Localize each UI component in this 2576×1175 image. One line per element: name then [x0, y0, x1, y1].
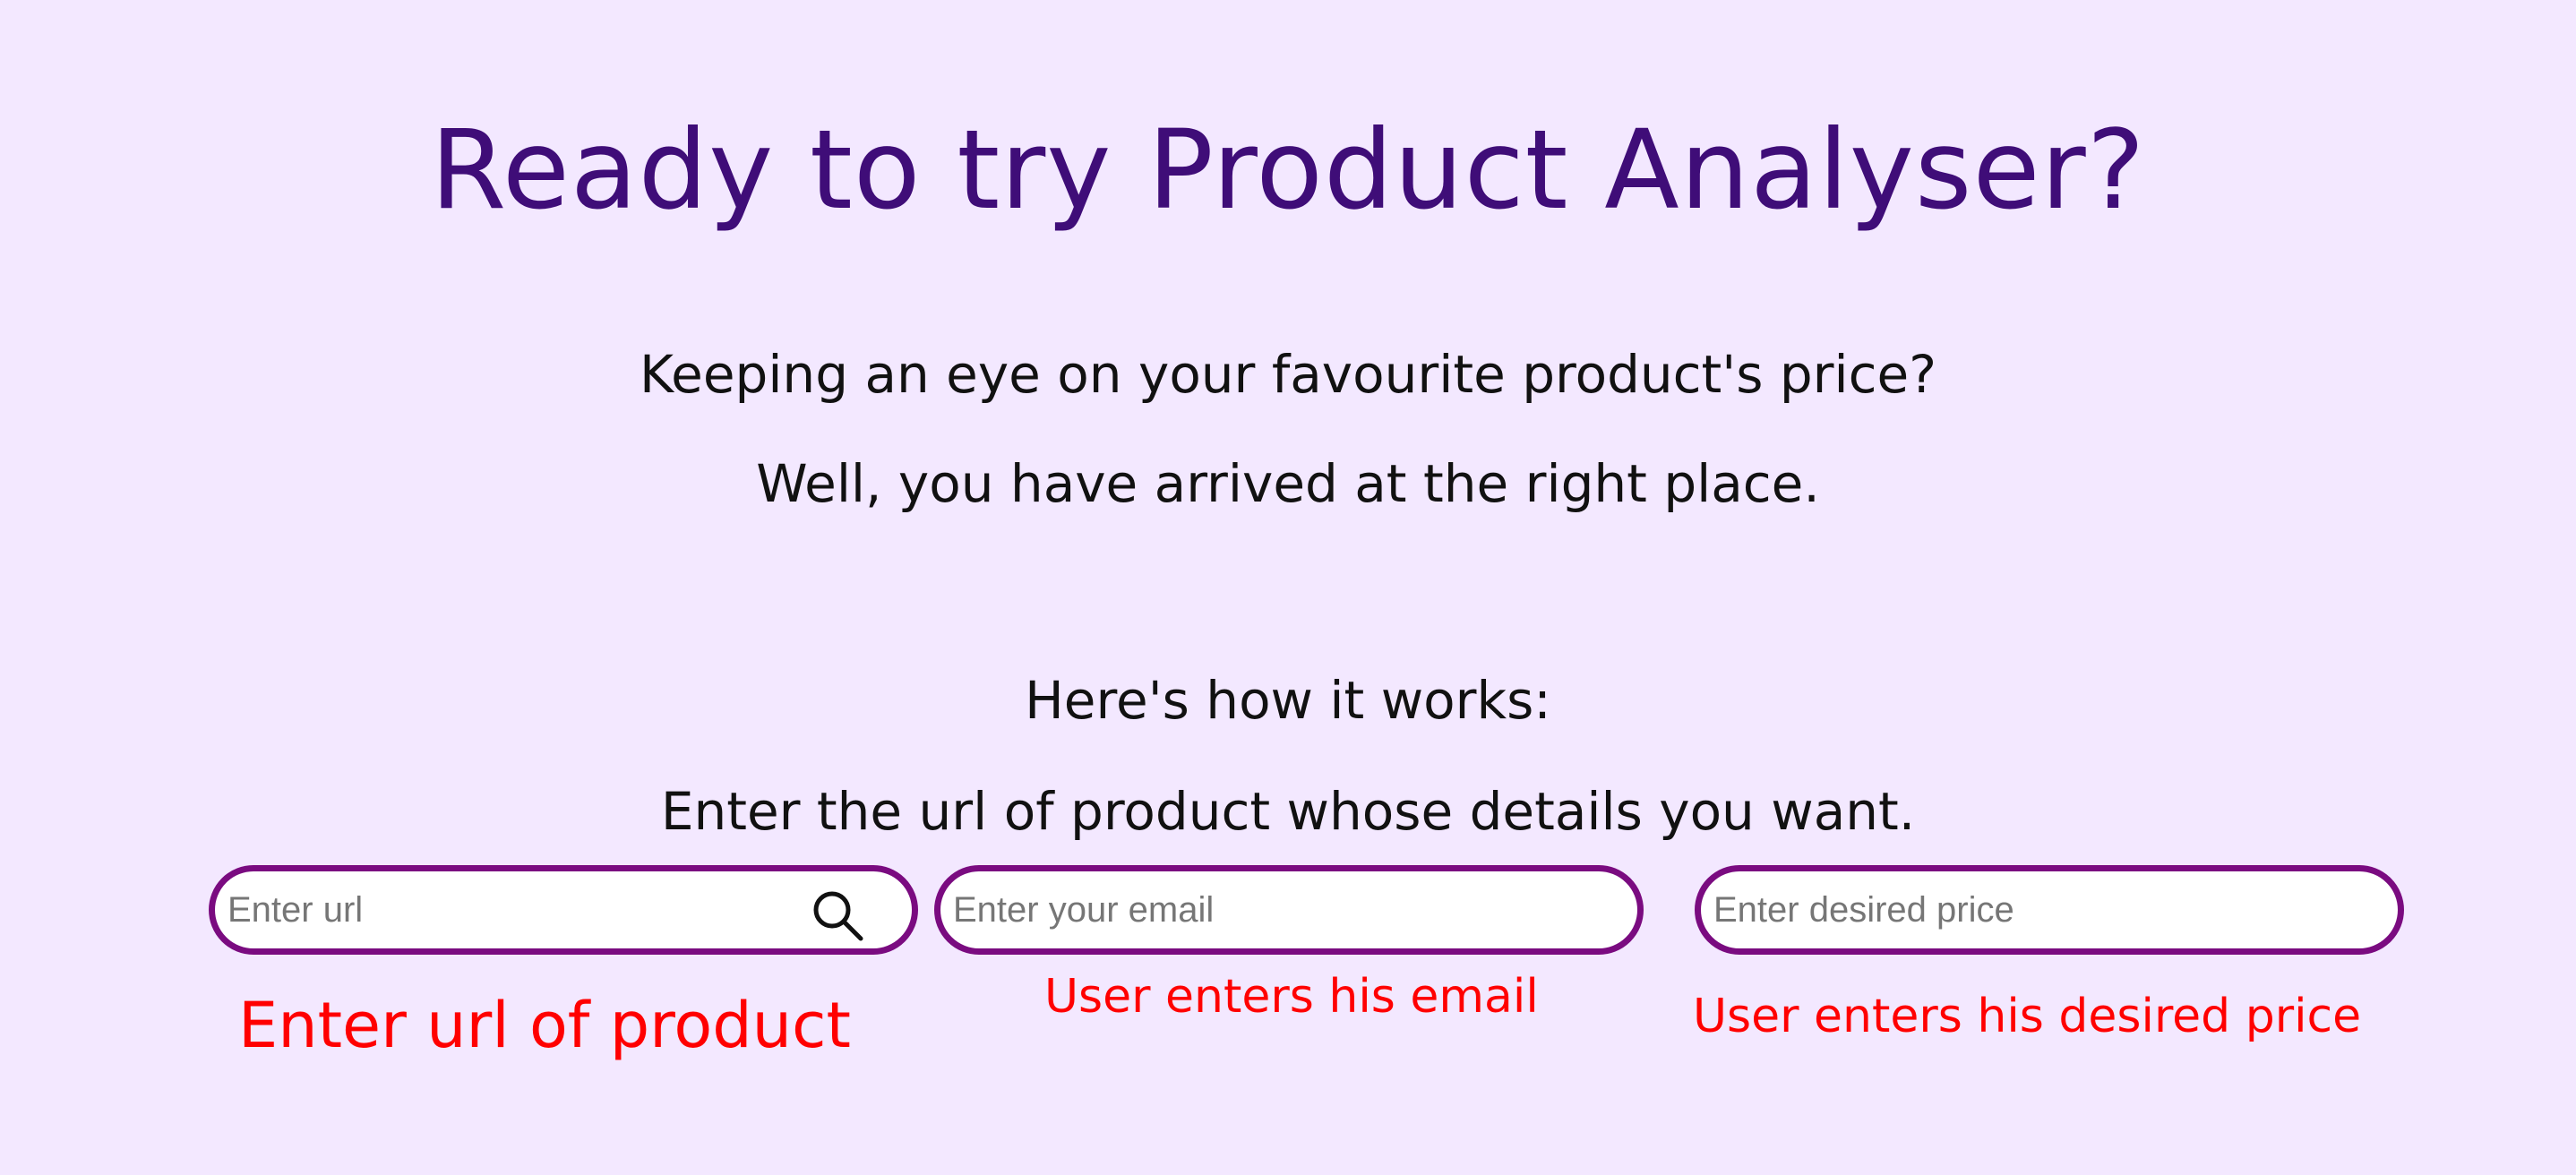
search-icon[interactable] — [810, 888, 865, 943]
email-field-container — [934, 865, 1644, 955]
page-title: Ready to try Product Analyser? — [430, 107, 2146, 234]
url-hint-annotation: Enter url of product — [238, 989, 851, 1062]
email-input[interactable] — [953, 880, 1580, 939]
intro-question: Keeping an eye on your favourite product… — [639, 344, 1937, 405]
how-it-works-heading: Here's how it works: — [1025, 670, 1551, 731]
price-field-container — [1695, 865, 2404, 955]
email-hint-annotation: User enters his email — [1044, 970, 1539, 1024]
url-field-container — [209, 865, 918, 955]
instruction-text: Enter the url of product whose details y… — [660, 781, 1916, 842]
price-hint-annotation: User enters his desired price — [1693, 990, 2362, 1043]
price-input[interactable] — [1713, 880, 2340, 939]
intro-statement: Well, you have arrived at the right plac… — [756, 453, 1820, 514]
url-input[interactable] — [228, 880, 854, 939]
